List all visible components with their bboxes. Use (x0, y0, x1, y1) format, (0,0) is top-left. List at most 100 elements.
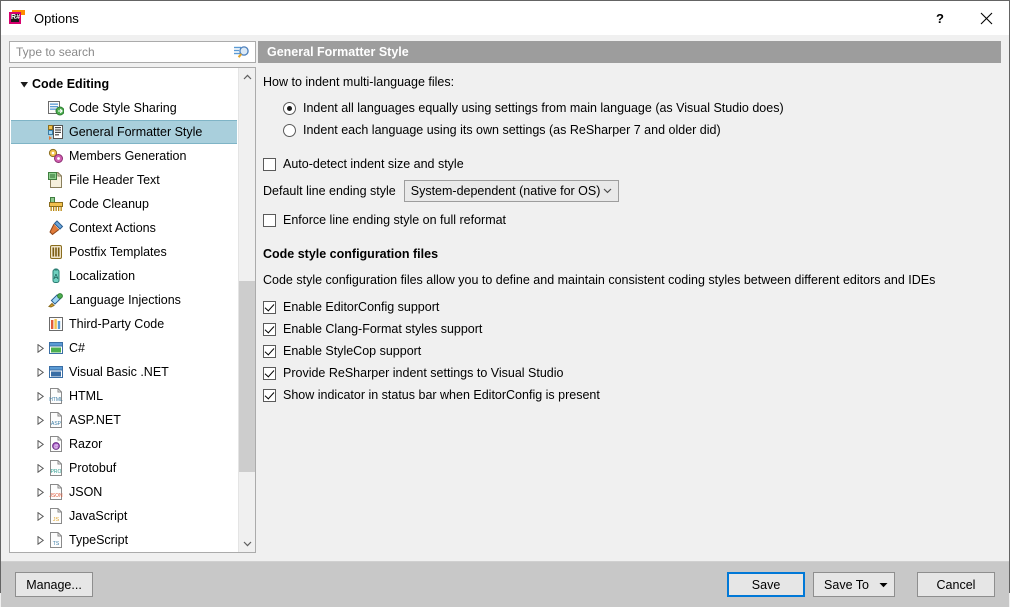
twisty-collapsed-icon[interactable] (32, 463, 48, 473)
tree-item-code-editing[interactable]: Code Editing (10, 72, 238, 96)
checkbox-provide-resharper-indent-settings-to-visual-studio[interactable]: Provide ReSharper indent settings to Vis… (263, 362, 1001, 384)
twisty-collapsed-icon[interactable] (32, 367, 48, 377)
tree-item-protobuf[interactable]: PRO Protobuf (10, 456, 238, 480)
checkbox-enable-editorconfig-support-control[interactable] (263, 300, 276, 314)
svg-text:A: A (54, 274, 59, 281)
tree-item-c[interactable]: C# (10, 336, 238, 360)
search-box[interactable] (9, 41, 256, 63)
save-button[interactable]: Save (727, 572, 806, 597)
tree-item-label: Code Cleanup (69, 197, 149, 211)
twisty-collapsed-icon[interactable] (32, 391, 48, 401)
checkbox-enable-editorconfig-support[interactable]: Enable EditorConfig support (263, 296, 1001, 318)
checkbox-auto-detect-indent-control[interactable] (263, 157, 276, 171)
tree-item-label: Language Injections (69, 293, 181, 307)
checkbox-show-indicator-in-status-bar-when-editorconfig-is-present[interactable]: Show indicator in status bar when Editor… (263, 384, 1001, 406)
twisty-collapsed-icon[interactable] (32, 439, 48, 449)
aspnet-icon: ASP (48, 412, 64, 428)
tree-item-members-generation[interactable]: Members Generation (10, 144, 238, 168)
twisty-collapsed-icon[interactable] (32, 535, 48, 545)
tree-item-localization[interactable]: A Localization (10, 264, 238, 288)
checkbox-show-indicator-in-status-bar-when-editorconfig-is-present-control[interactable] (263, 388, 276, 402)
checkbox-enable-clang-format-styles-support-control[interactable] (263, 322, 276, 336)
tree-item-general-formatter-style[interactable]: General Formatter Style (11, 120, 237, 144)
typescript-icon: TS (48, 532, 64, 548)
checkbox-enable-clang-format-styles-support[interactable]: Enable Clang-Format styles support (263, 318, 1001, 340)
tree-scroll-area: Code Editing Code Style Sharing General Fo… (10, 68, 238, 552)
scroll-up-arrow[interactable] (239, 68, 255, 85)
tree-vertical-scrollbar[interactable] (238, 68, 255, 552)
scroll-thumb[interactable] (239, 280, 255, 472)
window-title: Options (34, 10, 79, 26)
checkbox-enable-stylecop-support[interactable]: Enable StyleCop support (263, 340, 1001, 362)
chevron-down-icon[interactable] (600, 188, 614, 194)
tree-item-language-injections[interactable]: Language Injections (10, 288, 238, 312)
svg-text:PRO: PRO (51, 469, 62, 475)
radio-indent-all-languages-control[interactable] (283, 101, 296, 115)
checkbox-auto-detect-indent[interactable]: Auto-detect indent size and style (263, 153, 1001, 175)
checkbox-show-indicator-in-status-bar-when-editorconfig-is-present-label: Show indicator in status bar when Editor… (283, 388, 600, 402)
code-style-sharing-icon (48, 100, 64, 116)
vbnet-icon (48, 364, 64, 380)
search-icon[interactable] (233, 45, 250, 60)
tree-item-postfix-templates[interactable]: Postfix Templates (10, 240, 238, 264)
checkbox-enforce-line-ending[interactable]: Enforce line ending style on full reform… (263, 209, 1001, 231)
twisty-expanded-icon[interactable] (16, 80, 32, 89)
search-input[interactable] (10, 42, 255, 62)
tree-item-label: Postfix Templates (69, 245, 167, 259)
csharp-icon (48, 340, 64, 356)
tree-item-label: Visual Basic .NET (69, 365, 169, 379)
tree-item-third-party-code[interactable]: Third-Party Code (10, 312, 238, 336)
scroll-track[interactable] (239, 85, 255, 535)
tree-item-label: Localization (69, 269, 136, 283)
help-button[interactable]: ? (917, 1, 963, 35)
title-bar-buttons: ? (917, 1, 1009, 35)
cancel-button[interactable]: Cancel (917, 572, 995, 597)
checkbox-provide-resharper-indent-settings-to-visual-studio-control[interactable] (263, 366, 276, 380)
radio-indent-each-language[interactable]: Indent each language using its own setti… (263, 119, 1001, 141)
formatter-style-icon (48, 124, 64, 140)
tree-item-code-style-sharing[interactable]: Code Style Sharing (10, 96, 238, 120)
twisty-collapsed-icon[interactable] (32, 415, 48, 425)
close-button[interactable] (963, 1, 1009, 35)
manage-button[interactable]: Manage... (15, 572, 93, 597)
tree-item-visual-basic-net[interactable]: Visual Basic .NET (10, 360, 238, 384)
svg-text:JSON: JSON (49, 493, 63, 499)
tree-item-asp-net[interactable]: ASP ASP.NET (10, 408, 238, 432)
scroll-down-arrow[interactable] (239, 535, 255, 552)
tree-item-html[interactable]: HTML HTML (10, 384, 238, 408)
svg-text:HTML: HTML (49, 397, 63, 403)
twisty-collapsed-icon[interactable] (32, 343, 48, 353)
tree-item-label: Members Generation (69, 149, 187, 163)
tree-item-label: Third-Party Code (69, 317, 165, 331)
twisty-collapsed-icon[interactable] (32, 487, 48, 497)
checkbox-enable-stylecop-support-control[interactable] (263, 344, 276, 358)
tree-item-code-cleanup[interactable]: Code Cleanup (10, 192, 238, 216)
line-ending-style-value: System-dependent (native for OS) (410, 184, 601, 198)
caret-down-icon[interactable] (879, 582, 888, 588)
tree-item-javascript[interactable]: JS JavaScript (10, 504, 238, 528)
radio-indent-each-language-label: Indent each language using its own setti… (303, 123, 721, 137)
dialog-body: Code Editing Code Style Sharing General Fo… (1, 35, 1009, 561)
radio-indent-all-languages[interactable]: Indent all languages equally using setti… (263, 97, 1001, 119)
resharper-logo-text: R# (11, 14, 20, 21)
tree-item-typescript[interactable]: TS TypeScript (10, 528, 238, 552)
tree-item-context-actions[interactable]: Context Actions (10, 216, 238, 240)
radio-indent-each-language-control[interactable] (283, 123, 296, 137)
save-to-button[interactable]: Save To (813, 572, 895, 597)
postfix-templates-icon (48, 244, 64, 260)
tree-item-label: Protobuf (69, 461, 117, 475)
title-bar: R# Options ? (1, 1, 1009, 35)
checkbox-enable-stylecop-support-label: Enable StyleCop support (283, 344, 422, 358)
line-ending-style-dropdown[interactable]: System-dependent (native for OS) (403, 180, 620, 202)
tree-item-file-header-text[interactable]: File Header Text (10, 168, 238, 192)
chevron-down-icon (243, 541, 251, 546)
twisty-collapsed-icon[interactable] (32, 511, 48, 521)
tree-item-label: File Header Text (69, 173, 160, 187)
checkbox-auto-detect-indent-label: Auto-detect indent size and style (283, 157, 464, 171)
tree-item-label: C# (69, 341, 85, 355)
tree-item-json[interactable]: JSON JSON (10, 480, 238, 504)
panel-header: General Formatter Style (258, 41, 1001, 63)
checkbox-enforce-line-ending-control[interactable] (263, 213, 276, 227)
tree-item-razor[interactable]: @ Razor (10, 432, 238, 456)
checkbox-enable-clang-format-styles-support-label: Enable Clang-Format styles support (283, 322, 483, 336)
